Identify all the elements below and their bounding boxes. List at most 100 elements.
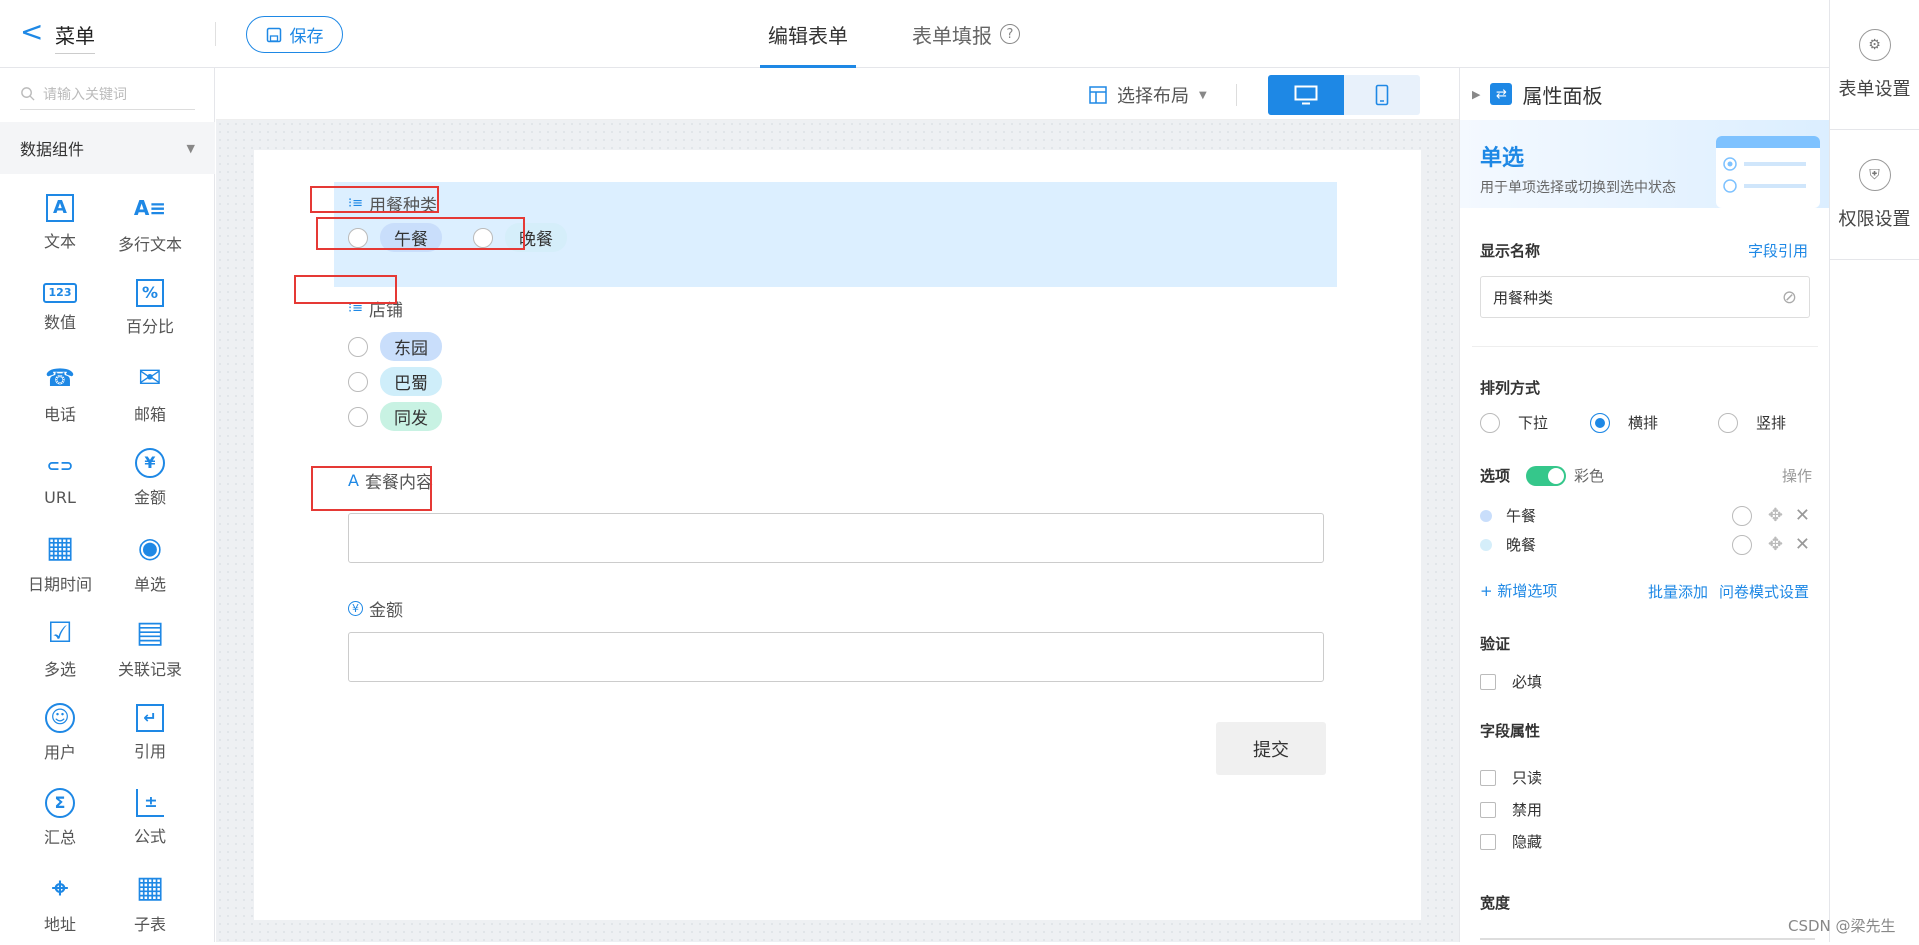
hidden-checkbox[interactable] <box>1480 833 1496 850</box>
divider <box>1236 84 1237 106</box>
radio-horizontal[interactable] <box>1590 412 1611 433</box>
app-title[interactable]: 菜单 <box>55 20 95 54</box>
properties-panel: ▶ ⇄ 属性面板 单选 用于单项选择或切换到选中状态 显示名称 字段引用 用餐种… <box>1459 68 1829 942</box>
component-label: 单选 <box>133 574 166 594</box>
width-slider[interactable] <box>1480 938 1815 940</box>
component-percent[interactable]: % 百分比 <box>105 265 195 350</box>
color-toggle[interactable] <box>1526 465 1567 486</box>
save-icon <box>266 27 281 42</box>
rail-label: 权限设置 <box>1838 208 1911 230</box>
component-summary[interactable]: Σ 汇总 <box>15 775 105 860</box>
component-email[interactable]: ✉ 邮箱 <box>105 350 195 435</box>
chevron-right-icon[interactable]: ▶ <box>1472 88 1480 101</box>
component-single-select[interactable]: ◉ 单选 <box>105 520 195 605</box>
component-linked-record[interactable]: ▤ 关联记录 <box>105 605 195 690</box>
radio-dropdown[interactable] <box>1480 412 1500 433</box>
percent-icon: % <box>136 278 164 307</box>
component-label: 文本 <box>43 231 76 251</box>
component-label: 数值 <box>43 312 76 332</box>
default-radio[interactable] <box>1731 534 1752 555</box>
component-datetime[interactable]: ▦ 日期时间 <box>15 520 105 605</box>
yen-icon: ¥ <box>348 601 363 616</box>
desktop-icon[interactable] <box>1268 75 1344 115</box>
radio-vertical[interactable] <box>1718 412 1739 433</box>
submit-button[interactable]: 提交 <box>1216 722 1326 775</box>
back-icon[interactable]: < <box>20 18 43 46</box>
component-label: 电话 <box>43 404 76 424</box>
canvas-toolbar: 选择布局 ▼ <box>216 68 1459 120</box>
layout-select[interactable]: 选择布局 ▼ <box>1089 82 1207 108</box>
option-bashu[interactable]: 巴蜀 <box>348 367 442 396</box>
form-card: ⁝≡ 用餐种类 午餐 晚餐 ⁝≡ 店铺 东园 巴蜀 同发 A 套餐内容 ¥ 金额 <box>254 150 1421 920</box>
width-label: 宽度 <box>1480 894 1511 912</box>
option-dongyuan[interactable]: 东园 <box>348 332 442 361</box>
radio-button[interactable] <box>348 371 368 392</box>
component-subtable[interactable]: ▦ 子表 <box>105 860 195 945</box>
package-content-input[interactable] <box>348 513 1324 563</box>
divider <box>1472 346 1818 347</box>
component-panel: 请输入关键词 数据组件 ▼ A 文本 A≡ 多行文本 123 数值 % 百分比 ☎ 电话 … <box>0 68 215 942</box>
option-color-dot[interactable] <box>1480 509 1492 522</box>
component-reference[interactable]: ↵ 引用 <box>105 690 195 775</box>
field-reference-link[interactable]: 字段引用 <box>1748 240 1808 261</box>
readonly-checkbox[interactable] <box>1480 769 1496 786</box>
rail-item-form-settings[interactable]: ⚙ 表单设置 <box>1830 0 1919 130</box>
component-address[interactable]: ⌖ 地址 <box>15 860 105 945</box>
radio-button[interactable] <box>348 336 368 357</box>
default-radio[interactable] <box>1731 505 1752 526</box>
radio-button[interactable] <box>348 406 368 427</box>
option-label[interactable]: 午餐 <box>1506 505 1536 526</box>
clear-icon[interactable]: ⊘ <box>1782 287 1797 308</box>
batch-add-button[interactable]: 批量添加 <box>1648 581 1708 602</box>
move-icon[interactable]: ✥ <box>1768 534 1783 555</box>
disabled-checkbox[interactable] <box>1480 801 1496 818</box>
option-color-dot[interactable] <box>1480 538 1492 551</box>
properties-header: ▶ ⇄ 属性面板 <box>1460 68 1829 120</box>
component-text[interactable]: A 文本 <box>15 180 105 265</box>
option-pill: 巴蜀 <box>380 367 442 396</box>
component-label: 地址 <box>43 914 76 934</box>
display-name-value: 用餐种类 <box>1493 288 1554 307</box>
help-icon[interactable]: ? <box>1000 24 1020 44</box>
component-multi-select[interactable]: ☑ 多选 <box>15 605 105 690</box>
arrange-option-label: 下拉 <box>1518 414 1549 432</box>
amount-input[interactable] <box>348 632 1324 682</box>
layout-select-label: 选择布局 <box>1117 86 1189 107</box>
rail-item-permission-settings[interactable]: ⛨ 权限设置 <box>1830 130 1919 260</box>
search-field[interactable]: 请输入关键词 <box>20 78 195 110</box>
group-header-data-components[interactable]: 数据组件 ▼ <box>0 122 215 174</box>
field-attributes-label: 字段属性 <box>1480 722 1541 740</box>
watermark: CSDN @梁先生 <box>1788 917 1896 935</box>
tab-form-fill[interactable]: 表单填报 ? <box>904 0 1028 68</box>
readonly-row: 只读 <box>1480 767 1542 788</box>
close-icon[interactable]: ✕ <box>1795 505 1810 526</box>
component-multiline-text[interactable]: A≡ 多行文本 <box>105 180 195 265</box>
component-label: 多行文本 <box>117 234 182 254</box>
component-formula[interactable]: ± 公式 <box>105 775 195 860</box>
option-tongfa[interactable]: 同发 <box>348 402 442 431</box>
close-icon[interactable]: ✕ <box>1795 534 1810 555</box>
attribute-label: 只读 <box>1512 769 1543 787</box>
component-user[interactable]: ☺ 用户 <box>15 690 105 775</box>
add-option-button[interactable]: + 新增选项 <box>1480 580 1557 601</box>
option-label[interactable]: 晚餐 <box>1506 534 1536 555</box>
component-label: 汇总 <box>43 827 76 847</box>
display-name-input[interactable]: 用餐种类 ⊘ <box>1480 276 1810 318</box>
mobile-icon[interactable] <box>1344 75 1420 115</box>
component-label: 子表 <box>133 914 166 934</box>
mail-icon: ✉ <box>138 361 162 394</box>
component-phone[interactable]: ☎ 电话 <box>15 350 105 435</box>
survey-mode-button[interactable]: 问卷模式设置 <box>1719 581 1809 602</box>
banner-title: 单选 <box>1480 146 1525 171</box>
move-icon[interactable]: ✥ <box>1768 505 1783 526</box>
component-number[interactable]: 123 数值 <box>15 265 105 350</box>
component-url[interactable]: ⊂⊃ URL <box>15 435 105 520</box>
option-row-dinner: 晚餐 ✥ ✕ <box>1480 534 1810 555</box>
tab-edit-form[interactable]: 编辑表单 <box>760 0 856 68</box>
user-icon: ☺ <box>45 702 75 733</box>
component-amount[interactable]: ¥ 金额 <box>105 435 195 520</box>
required-checkbox[interactable] <box>1480 673 1496 690</box>
save-button[interactable]: 保存 <box>246 16 343 53</box>
component-label: 多选 <box>43 659 76 679</box>
attribute-label: 禁用 <box>1512 801 1543 819</box>
